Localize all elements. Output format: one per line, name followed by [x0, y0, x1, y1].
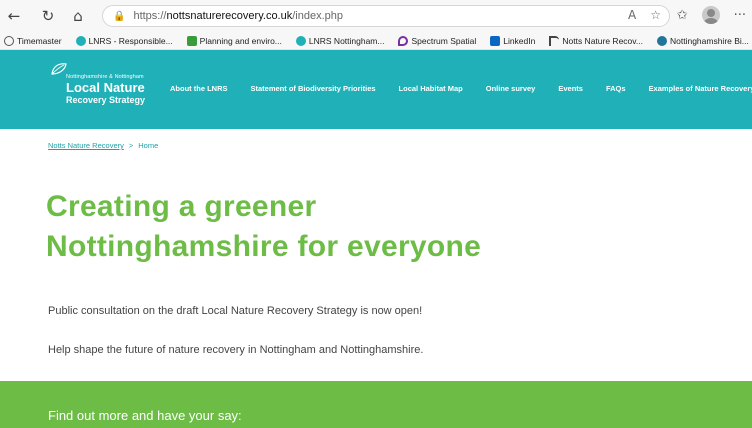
- bookmark-item[interactable]: LinkedIn: [490, 35, 535, 46]
- back-icon[interactable]: ←: [4, 6, 24, 26]
- nav-events[interactable]: Events: [558, 84, 583, 93]
- lock-icon[interactable]: 🔒: [113, 11, 125, 22]
- bookmark-icon: [549, 35, 560, 46]
- headline-line-1: Creating a greener: [46, 190, 317, 223]
- breadcrumb: Notts Nature Recovery > Home: [48, 141, 158, 150]
- url-domain: nottsnaturerecovery.co.uk: [166, 10, 293, 22]
- main-nav: About the LNRS Statement of Biodiversity…: [170, 84, 752, 93]
- bookmarks-bar: Timemaster LNRS - Responsible... Plannin…: [0, 32, 752, 50]
- bookmark-item[interactable]: LNRS Nottingham...: [295, 35, 384, 46]
- home-icon[interactable]: ⌂: [68, 6, 88, 26]
- favorites-bar-icon[interactable]: ✩: [677, 8, 688, 23]
- url-prefix: https://: [133, 10, 167, 22]
- nav-examples[interactable]: Examples of Nature Recovery projects: [649, 84, 752, 93]
- wordpress-icon: [656, 35, 667, 46]
- bookmark-item[interactable]: LNRS - Responsible...: [75, 35, 173, 46]
- bookmark-item[interactable]: Spectrum Spatial: [398, 35, 476, 46]
- nav-faqs[interactable]: FAQs: [606, 84, 626, 93]
- breadcrumb-separator: >: [128, 141, 134, 150]
- nav-habitat-map[interactable]: Local Habitat Map: [399, 84, 463, 93]
- breadcrumb-current: Home: [138, 141, 159, 150]
- favorite-star-icon[interactable]: ☆: [650, 8, 661, 22]
- bookmark-item[interactable]: Planning and enviro...: [186, 35, 282, 46]
- page-headline: Creating a greener Nottinghamshire for e…: [46, 187, 481, 267]
- bookmark-item[interactable]: Timemaster: [4, 35, 62, 46]
- browser-toolbar: ← ↻ ⌂ 🔒 https://nottsnaturerecovery.co.u…: [0, 0, 752, 32]
- nav-online-survey[interactable]: Online survey: [486, 84, 536, 93]
- bookmark-icon: [4, 35, 14, 46]
- profile-avatar[interactable]: [701, 6, 720, 24]
- nav-biodiversity-priorities[interactable]: Statement of Biodiversity Priorities: [251, 84, 376, 93]
- address-bar[interactable]: 🔒 https://nottsnaturerecovery.co.uk/inde…: [102, 5, 670, 27]
- cta-band: Find out more and have your say:: [0, 381, 752, 428]
- cta-heading: Find out more and have your say:: [48, 408, 242, 423]
- consultation-text: Public consultation on the draft Local N…: [48, 305, 423, 317]
- help-shape-text: Help shape the future of nature recovery…: [48, 344, 424, 356]
- linkedin-icon: [490, 35, 501, 46]
- url-path: /index.php: [292, 10, 343, 22]
- site-header: Nottinghamshire & Nottingham Local Natur…: [0, 50, 752, 129]
- logo-title: Local Nature: [66, 80, 145, 95]
- logo-subtitle: Recovery Strategy: [66, 95, 146, 105]
- bookmark-icon: [398, 35, 409, 46]
- bookmark-icon: [186, 35, 197, 46]
- nav-about[interactable]: About the LNRS: [170, 84, 228, 93]
- refresh-icon[interactable]: ↻: [38, 6, 58, 26]
- bookmark-icon: [75, 35, 86, 46]
- more-menu-icon[interactable]: ···: [734, 8, 746, 23]
- bookmark-icon: [295, 35, 306, 46]
- bookmark-item[interactable]: Notts Nature Recov...: [549, 35, 643, 46]
- bookmark-item[interactable]: Nottinghamshire Bi...: [656, 35, 749, 46]
- read-aloud-icon[interactable]: A: [628, 8, 636, 22]
- breadcrumb-root-link[interactable]: Notts Nature Recovery: [48, 141, 124, 150]
- headline-line-2: Nottinghamshire for everyone: [46, 230, 482, 263]
